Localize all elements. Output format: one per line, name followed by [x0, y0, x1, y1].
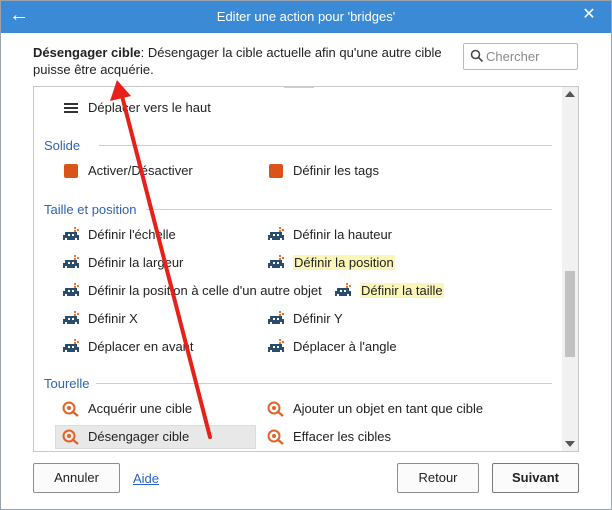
solid-square-icon [64, 164, 78, 178]
list-item-activer-desactiver[interactable]: Activer/Désactiver [56, 160, 193, 182]
sprite-icon [268, 339, 284, 352]
scroll-up-arrow-icon[interactable] [565, 91, 575, 97]
list-item-definir-taille[interactable]: Définir la taille [328, 280, 444, 302]
list-item-label: Désengager cible [88, 429, 190, 444]
list-item-label: Définir l'échelle [88, 227, 176, 242]
sprite-icon [335, 283, 351, 296]
list-item-label: Définir les tags [293, 163, 379, 178]
list-item-deplacer-vers-le-haut[interactable]: Déplacer vers le haut [56, 97, 211, 119]
search-icon [470, 49, 484, 63]
list-item-label-highlighted: Définir la taille [360, 283, 444, 298]
list-item-effacer-cibles[interactable]: Effacer les cibles [261, 426, 391, 448]
category-divider [284, 87, 314, 88]
list-item-label: Effacer les cibles [293, 429, 392, 444]
category-taille-et-position: Taille et position [44, 202, 137, 217]
scroll-down-arrow-icon[interactable] [565, 441, 575, 447]
list-item-label: Définir X [88, 311, 138, 326]
action-list[interactable]: Déplacer vers le haut Solide Activer/Dés… [33, 86, 579, 452]
list-item-label: Ajouter un objet en tant que cible [293, 401, 484, 416]
list-item-label: Définir la largeur [88, 255, 184, 270]
sprite-icon [63, 311, 79, 324]
action-name: Désengager cible [33, 45, 141, 60]
list-item-label: Définir la hauteur [293, 227, 392, 242]
window-title: Editer une action pour 'bridges' [216, 9, 396, 24]
list-item-label: Déplacer vers le haut [88, 100, 211, 115]
list-item-deplacer-angle[interactable]: Déplacer à l'angle [261, 336, 397, 358]
turret-target-icon [62, 429, 79, 445]
list-item-acquerir-cible[interactable]: Acquérir une cible [56, 398, 192, 420]
sprite-icon [268, 311, 284, 324]
sprite-icon [63, 339, 79, 352]
category-tourelle: Tourelle [44, 376, 90, 391]
turret-target-icon [267, 429, 284, 445]
list-item-definir-y[interactable]: Définir Y [261, 308, 343, 330]
list-item-deplacer-en-avant[interactable]: Déplacer en avant [56, 336, 194, 358]
close-icon[interactable]: ✕ [580, 6, 598, 24]
sprite-icon [63, 227, 79, 240]
category-divider [96, 383, 552, 384]
list-item-label: Déplacer à l'angle [293, 339, 397, 354]
lines-icon [64, 103, 78, 113]
list-item-definir-echelle[interactable]: Définir l'échelle [56, 224, 176, 246]
scrollbar-thumb[interactable] [565, 271, 575, 357]
search-box[interactable] [463, 43, 578, 70]
list-item-definir-hauteur[interactable]: Définir la hauteur [261, 224, 392, 246]
category-divider [99, 145, 552, 146]
list-item-label: Définir la position à celle d'un autre o… [88, 283, 322, 298]
list-item-label: Acquérir une cible [88, 401, 193, 416]
sprite-icon [63, 255, 79, 268]
next-button[interactable]: Suivant [492, 463, 579, 493]
list-item-label: Définir Y [293, 311, 343, 326]
turret-target-icon [62, 401, 79, 417]
list-item-ajouter-objet-cible[interactable]: Ajouter un objet en tant que cible [261, 398, 483, 420]
list-item-desengager-cible[interactable]: Désengager cible [55, 425, 256, 449]
list-scrollbar[interactable] [562, 87, 578, 451]
list-item-definir-x[interactable]: Définir X [56, 308, 138, 330]
help-link[interactable]: Aide [133, 471, 159, 486]
list-item-definir-les-tags[interactable]: Définir les tags [261, 160, 379, 182]
solid-square-icon [269, 164, 283, 178]
cancel-button[interactable]: Annuler [33, 463, 120, 493]
category-divider [146, 209, 552, 210]
list-item-label: Activer/Désactiver [88, 163, 193, 178]
list-item-definir-largeur[interactable]: Définir la largeur [56, 252, 183, 274]
sprite-icon [268, 227, 284, 240]
category-solide: Solide [44, 138, 81, 153]
search-input[interactable] [486, 47, 574, 66]
sprite-icon [268, 255, 284, 268]
turret-target-icon [267, 401, 284, 417]
list-item-label-highlighted: Définir la position [293, 255, 395, 270]
back-button[interactable]: Retour [397, 463, 479, 493]
list-item-label: Déplacer en avant [88, 339, 194, 354]
action-description: Désengager cible: Désengager la cible ac… [33, 44, 453, 78]
sprite-icon [63, 283, 79, 296]
list-item-definir-position[interactable]: Définir la position [261, 252, 395, 274]
list-item-definir-position-autre-objet[interactable]: Définir la position à celle d'un autre o… [56, 280, 322, 302]
title-bar: ← Editer une action pour 'bridges' ✕ [0, 0, 612, 33]
